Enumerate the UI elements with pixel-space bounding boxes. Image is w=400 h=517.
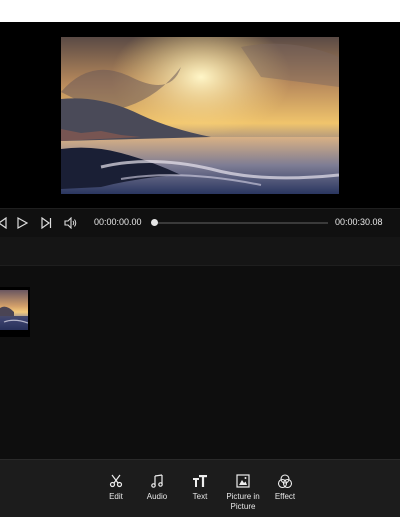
- music-note-icon: [148, 473, 166, 489]
- skip-forward-icon: [41, 217, 52, 229]
- picture-in-picture-button[interactable]: Picture in Picture: [222, 473, 264, 512]
- current-time: 00:00:00.00: [94, 217, 142, 227]
- track-header: [0, 237, 400, 266]
- total-time: 00:00:30.08: [335, 217, 383, 227]
- video-clip[interactable]: [0, 287, 30, 337]
- skip-back-button[interactable]: [0, 215, 10, 231]
- play-icon: [17, 217, 28, 229]
- effect-icon: [276, 473, 294, 489]
- picture-in-picture-icon: [234, 473, 252, 489]
- scissors-icon: [107, 473, 125, 489]
- sunset-scene: [61, 37, 339, 194]
- audio-button[interactable]: Audio: [144, 473, 170, 502]
- scrub-thumb[interactable]: [151, 219, 158, 226]
- clip-thumbnail: [0, 290, 28, 330]
- top-strip: [0, 0, 400, 22]
- playback-controls: 00:00:00.00 00:00:30.08: [0, 208, 400, 238]
- volume-button[interactable]: [62, 215, 78, 231]
- clip-scene: [0, 306, 28, 330]
- effect-label: Effect: [274, 492, 296, 501]
- video-preview: [0, 22, 400, 208]
- skip-forward-button[interactable]: [38, 215, 54, 231]
- video-frame: [61, 37, 339, 194]
- text-icon: [191, 473, 209, 489]
- text-button[interactable]: Text: [189, 473, 211, 502]
- scrub-track[interactable]: [154, 222, 328, 224]
- picture-in-picture-label: Picture in Picture: [226, 492, 260, 511]
- audio-label: Audio: [146, 492, 168, 501]
- edit-button[interactable]: Edit: [106, 473, 126, 502]
- effect-button[interactable]: Effect: [273, 473, 297, 502]
- skip-back-icon: [0, 217, 7, 229]
- bottom-toolbar: Edit Audio Text Picture in Picture Effec…: [0, 459, 400, 517]
- timeline: [0, 266, 400, 459]
- speaker-icon: [63, 217, 76, 229]
- text-label: Text: [192, 492, 208, 501]
- play-button[interactable]: [14, 215, 30, 231]
- edit-label: Edit: [109, 492, 123, 501]
